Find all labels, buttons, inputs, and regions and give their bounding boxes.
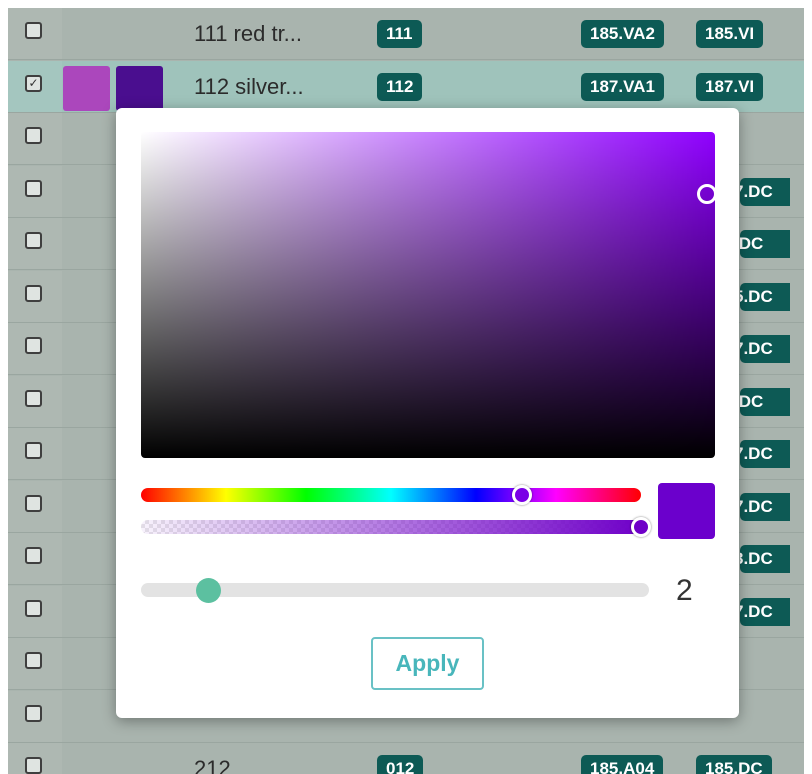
row-checkbox[interactable] xyxy=(25,442,42,459)
tag-badge: 185.DC xyxy=(696,755,772,774)
tag-badge: 187.VA1 xyxy=(581,73,664,101)
color-swatch[interactable] xyxy=(63,66,110,111)
row-checkbox[interactable] xyxy=(25,495,42,512)
tag-badge: 185.A04 xyxy=(581,755,664,774)
tag-badge-partial: 7.DC xyxy=(740,598,790,626)
row-checkbox[interactable] xyxy=(25,757,42,774)
row-checkbox[interactable] xyxy=(25,652,42,669)
tag-badge-partial: .DC xyxy=(740,388,790,416)
tag-badge-clip: 185.VI xyxy=(696,20,804,48)
opacity-slider[interactable] xyxy=(141,520,641,534)
row-name: 112 silver... xyxy=(194,74,304,99)
code-badge: 112 xyxy=(377,73,423,101)
tag-badge: 185.VA2 xyxy=(581,20,664,48)
table-row[interactable]: 212 012 185.A04 185.DC xyxy=(8,743,804,774)
hue-slider-thumb[interactable] xyxy=(512,485,532,505)
tag-badge: 185.VI xyxy=(696,20,764,48)
row-checkbox[interactable] xyxy=(25,705,42,722)
row-name: 111 red tr... xyxy=(194,21,303,46)
tag-badge-partial: .DC xyxy=(740,230,790,258)
tag-badge-partial: 7.DC xyxy=(740,440,790,468)
size-value: 2 xyxy=(676,574,693,607)
row-name: 212 xyxy=(194,756,231,774)
tag-badge-partial: 5.DC xyxy=(740,283,790,311)
opacity-slider-thumb[interactable] xyxy=(631,517,651,537)
row-checkbox[interactable] xyxy=(25,180,42,197)
color-swatch[interactable] xyxy=(116,66,163,111)
tag-badge-partial: 7.DC xyxy=(740,178,790,206)
row-checkbox[interactable]: ✓ xyxy=(25,75,42,92)
tag-badge-partial: 7.DC xyxy=(740,493,790,521)
row-checkbox[interactable] xyxy=(25,390,42,407)
tag-badge: 187.VI xyxy=(696,73,764,101)
row-checkbox[interactable] xyxy=(25,232,42,249)
table-row[interactable]: 111 red tr... 111 185.VA2 185.VI xyxy=(8,8,804,60)
color-picker-popup: 2 Apply xyxy=(116,108,739,718)
row-checkbox[interactable] xyxy=(25,127,42,144)
row-checkbox[interactable] xyxy=(25,285,42,302)
row-checkbox[interactable] xyxy=(25,600,42,617)
size-slider-thumb[interactable] xyxy=(196,578,221,603)
color-cursor-handle[interactable] xyxy=(697,184,717,204)
tag-badge-clip: 187.VI xyxy=(696,73,804,101)
tag-badge-partial: 3.DC xyxy=(740,545,790,573)
row-checkbox[interactable] xyxy=(25,547,42,564)
row-checkbox[interactable] xyxy=(25,22,42,39)
code-badge: 012 xyxy=(377,755,424,774)
hue-slider[interactable] xyxy=(141,488,641,502)
row-checkbox[interactable] xyxy=(25,337,42,354)
saturation-value-area[interactable] xyxy=(141,132,715,458)
color-preview-swatch xyxy=(658,483,715,539)
tag-badge-partial: 7.DC xyxy=(740,335,790,363)
table-row[interactable]: ✓ 112 silver... 112 187.VA1 187.VI xyxy=(8,61,804,113)
code-badge: 111 xyxy=(377,20,422,48)
apply-button[interactable]: Apply xyxy=(371,637,484,690)
tag-badge-clip: 185.DC xyxy=(696,755,804,774)
